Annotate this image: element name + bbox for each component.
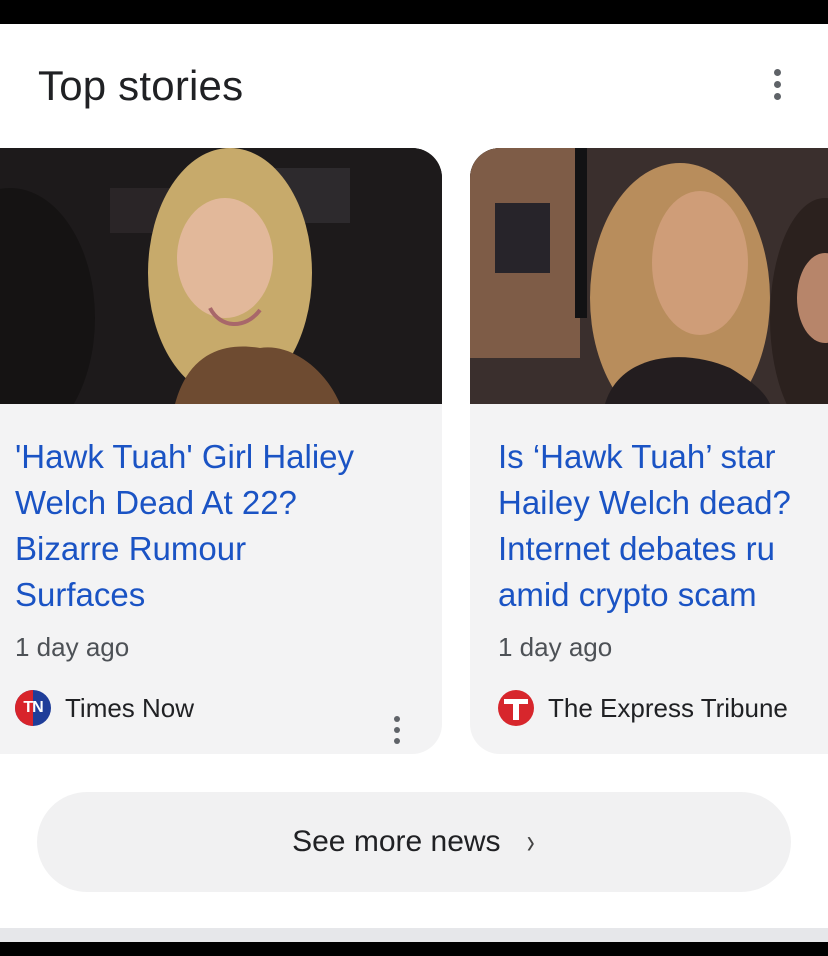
story-thumbnail bbox=[470, 148, 828, 404]
source-name: Times Now bbox=[65, 692, 195, 723]
story-card[interactable]: Is ‘Hawk Tuah’ star Hailey Welch dead? I… bbox=[470, 148, 828, 754]
story-age: 1 day ago bbox=[498, 632, 613, 662]
bottom-divider bbox=[0, 928, 828, 942]
logo-text: TN bbox=[23, 699, 43, 716]
source-name: The Express Tribune bbox=[548, 692, 788, 723]
story-headline[interactable]: Is ‘Hawk Tuah’ star Hailey Welch dead? I… bbox=[498, 434, 828, 618]
see-more-news-button[interactable]: See more news › bbox=[37, 792, 791, 892]
section-title: Top stories bbox=[38, 62, 244, 109]
chevron-right-icon: › bbox=[526, 822, 535, 861]
see-more-news-label: See more news bbox=[292, 825, 501, 858]
story-age: 1 day ago bbox=[15, 632, 130, 662]
story-source: TN Times Now bbox=[15, 690, 194, 726]
more-vert-icon[interactable] bbox=[762, 64, 792, 104]
times-now-logo: TN bbox=[15, 690, 51, 726]
story-source: The Express Tribune bbox=[498, 690, 788, 726]
top-stories-panel: Top stories 'Hawk Tuah' Girl Haliey Welc… bbox=[0, 24, 828, 928]
story-thumbnail bbox=[0, 148, 442, 404]
story-card[interactable]: 'Hawk Tuah' Girl Haliey Welch Dead At 22… bbox=[0, 148, 442, 754]
story-headline[interactable]: 'Hawk Tuah' Girl Haliey Welch Dead At 22… bbox=[15, 434, 425, 618]
express-tribune-logo bbox=[498, 690, 534, 726]
more-vert-icon[interactable] bbox=[385, 714, 409, 746]
